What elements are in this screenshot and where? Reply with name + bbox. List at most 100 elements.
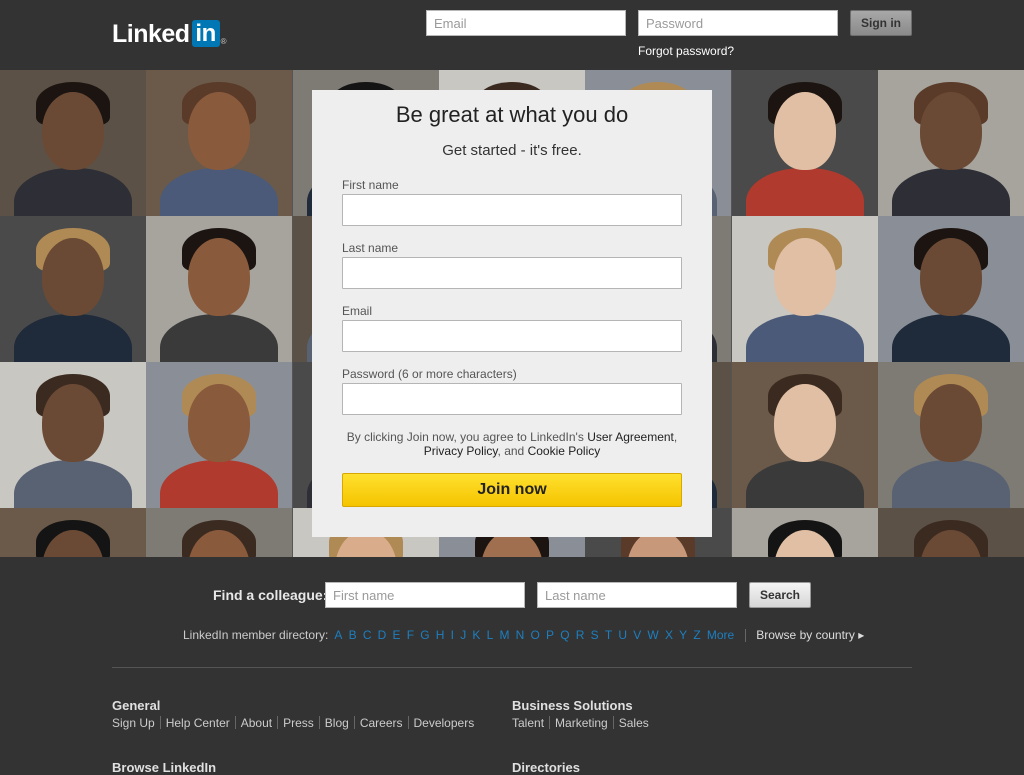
member-photo [146,70,293,216]
directory-letter-z[interactable]: Z [693,628,700,642]
terms-notice: By clicking Join now, you agree to Linke… [332,430,692,458]
footer-general-link-developers[interactable]: Developers [414,716,475,730]
forgot-password-link[interactable]: Forgot password? [638,44,734,58]
footer-business-title: Business Solutions [512,698,633,713]
directory-letter-c[interactable]: C [363,628,372,642]
directory-letter-e[interactable]: E [393,628,401,642]
first-name-input[interactable] [342,194,682,226]
directory-letter-i[interactable]: I [451,628,454,642]
top-bar: Linked in ® Sign in Forgot password? [0,0,1024,70]
login-email-input[interactable] [426,10,626,36]
find-colleague-label: Find a colleague: [213,587,328,603]
member-photo [146,508,293,557]
member-photo [731,508,878,557]
directory-letter-q[interactable]: Q [560,628,569,642]
directory-letter-m[interactable]: M [499,628,509,642]
directory-more-link[interactable]: More [707,628,734,642]
footer-business: Business Solutions Talent Marketing Sales [512,698,649,730]
directory-letter-x[interactable]: X [665,628,673,642]
first-name-label: First name [342,178,399,192]
logo-registered-mark: ® [220,37,227,46]
directory-letters: ABCDEFGHIJKLMNOPQRSTUVWXYZ [334,628,706,642]
link-separator [407,716,409,729]
directory-letter-t[interactable]: T [605,628,612,642]
member-photo [877,70,1024,216]
colleague-first-name-input[interactable] [325,582,525,608]
directory-label: LinkedIn member directory: [183,628,329,642]
directory-letter-y[interactable]: Y [679,628,687,642]
signup-password-input[interactable] [342,383,682,415]
directory-letter-k[interactable]: K [472,628,480,642]
directory-letter-s[interactable]: S [591,628,599,642]
member-photo [731,70,878,216]
link-separator [318,716,320,729]
directory-letter-f[interactable]: F [407,628,414,642]
footer-general-link-careers[interactable]: Careers [360,716,403,730]
footer-business-link-sales[interactable]: Sales [619,716,649,730]
directory-letter-l[interactable]: L [487,628,494,642]
terms-prefix: By clicking Join now, you agree to Linke… [346,430,588,444]
footer-business-link-talent[interactable]: Talent [512,716,544,730]
browse-by-country-link[interactable]: Browse by country ▸ [756,628,864,642]
member-directory: LinkedIn member directory: ABCDEFGHIJKLM… [183,628,864,642]
colleague-last-name-input[interactable] [537,582,737,608]
member-photo [146,216,293,362]
directory-letter-u[interactable]: U [618,628,627,642]
directory-separator [745,628,747,642]
member-photo [731,216,878,362]
directory-letter-b[interactable]: B [349,628,357,642]
signup-title: Be great at what you do [395,102,629,127]
directory-letter-n[interactable]: N [516,628,525,642]
link-separator [549,716,551,729]
cookie-policy-link[interactable]: Cookie Policy [528,444,601,458]
link-separator [353,716,355,729]
last-name-input[interactable] [342,257,682,289]
password-label: Password (6 or more characters) [342,367,517,381]
member-photo [0,362,146,508]
member-photo [731,362,878,508]
directory-letter-p[interactable]: P [546,628,554,642]
join-now-button[interactable]: Join now [342,473,682,507]
member-photo [877,216,1024,362]
signup-form: Be great at what you do Get started - it… [312,90,712,537]
email-label: Email [342,304,373,318]
directory-letter-j[interactable]: J [460,628,466,642]
linkedin-logo[interactable]: Linked in ® [112,19,226,49]
directory-letter-d[interactable]: D [378,628,387,642]
member-photo [877,508,1024,557]
login-password-input[interactable] [638,10,838,36]
logo-wordmark: Linked [112,20,190,48]
footer-divider [112,667,912,668]
link-separator [234,716,236,729]
directory-letter-h[interactable]: H [436,628,445,642]
member-photo [0,70,146,216]
terms-and: , and [497,444,528,458]
member-photo [146,362,293,508]
user-agreement-link[interactable]: User Agreement [587,430,674,444]
footer-business-link-marketing[interactable]: Marketing [555,716,608,730]
footer-general-link-blog[interactable]: Blog [325,716,349,730]
sign-in-button[interactable]: Sign in [850,10,912,36]
last-name-label: Last name [342,241,399,255]
directory-letter-a[interactable]: A [334,628,342,642]
terms-comma: , [673,430,678,444]
footer-general-link-help-center[interactable]: Help Center [166,716,230,730]
signup-subtitle: Get started - it's free. [442,142,582,159]
member-photo [0,508,146,557]
footer-general-link-about[interactable]: About [241,716,272,730]
privacy-policy-link[interactable]: Privacy Policy [424,444,498,458]
directory-letter-r[interactable]: R [576,628,585,642]
link-separator [277,716,279,729]
footer-general-title: General [112,698,161,713]
logo-in-box: in [191,20,220,47]
directory-letter-w[interactable]: W [647,628,658,642]
footer-general-link-press[interactable]: Press [283,716,314,730]
signup-email-input[interactable] [342,320,682,352]
directory-letter-g[interactable]: G [420,628,429,642]
directory-letter-v[interactable]: V [633,628,641,642]
footer-business-links: Talent Marketing Sales [512,716,649,730]
footer-general-link-sign-up[interactable]: Sign Up [112,716,155,730]
directory-letter-o[interactable]: O [531,628,540,642]
member-photo [877,362,1024,508]
colleague-search-button[interactable]: Search [749,582,811,608]
